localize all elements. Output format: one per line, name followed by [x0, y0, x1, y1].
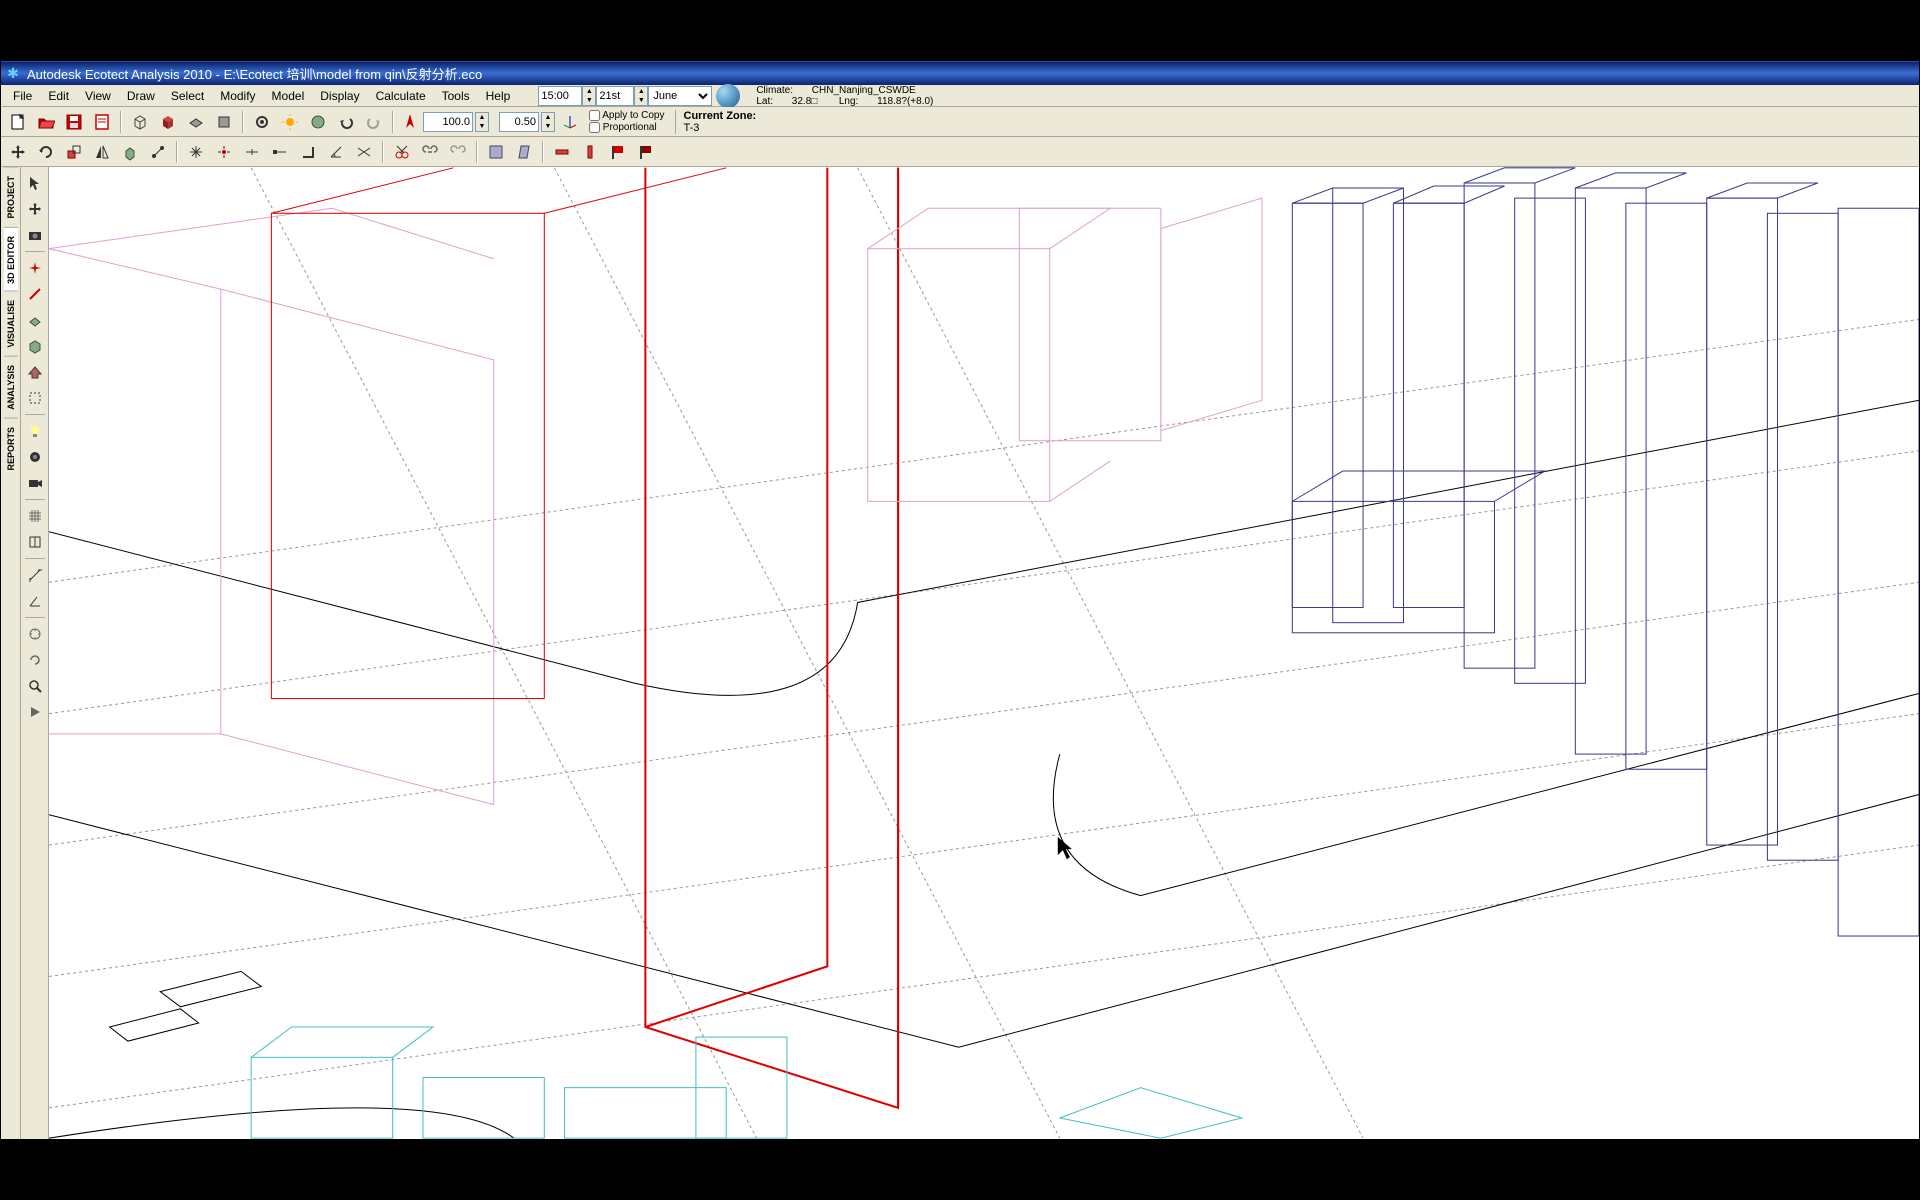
time-input[interactable] [538, 86, 582, 106]
orbit-nav-tool[interactable] [23, 622, 47, 646]
new-file-button[interactable] [5, 109, 31, 135]
north-spinner[interactable]: ▲▼ [475, 112, 489, 132]
menu-model[interactable]: Model [264, 87, 313, 105]
month-select[interactable]: June [648, 86, 712, 106]
toolbar-main: ▲▼ ▲▼ Apply to Copy Proportional Current… [1, 107, 1919, 137]
material-button[interactable] [305, 109, 331, 135]
plane-yz-button[interactable] [511, 139, 537, 165]
undo-button[interactable] [333, 109, 359, 135]
rotate-nav-tool[interactable] [23, 648, 47, 672]
tab-3d-editor[interactable]: 3D EDITOR [4, 227, 18, 292]
page-setup-button[interactable] [89, 109, 115, 135]
viewport-3d[interactable] [49, 167, 1919, 1139]
menu-edit[interactable]: Edit [40, 87, 77, 105]
link-tool[interactable] [417, 139, 443, 165]
unlink-tool[interactable] [445, 139, 471, 165]
play-tool[interactable] [23, 700, 47, 724]
app-window: ✱ Autodesk Ecotect Analysis 2010 - E:\Ec… [0, 60, 1920, 1140]
pointer-tool[interactable] [23, 171, 47, 195]
snap-point-tool[interactable] [211, 139, 237, 165]
menu-modify[interactable]: Modify [212, 87, 263, 105]
snap-grid-tool[interactable] [183, 139, 209, 165]
bulb-tool[interactable] [23, 419, 47, 443]
pan-tool[interactable] [23, 197, 47, 221]
save-button[interactable] [61, 109, 87, 135]
cube-plane-button[interactable] [183, 109, 209, 135]
grid-tool[interactable] [23, 504, 47, 528]
line-tool[interactable] [23, 282, 47, 306]
tab-reports[interactable]: REPORTS [4, 418, 18, 479]
plane-xy-button[interactable] [483, 139, 509, 165]
extrude-tool[interactable] [117, 139, 143, 165]
menu-view[interactable]: View [77, 87, 119, 105]
snap-star-tool[interactable] [23, 256, 47, 280]
tab-visualise[interactable]: VISUALISE [4, 291, 18, 356]
toolbar-edit [1, 137, 1919, 167]
scale-tool[interactable] [61, 139, 87, 165]
measure-tool[interactable] [23, 563, 47, 587]
snap-mid-tool[interactable] [239, 139, 265, 165]
proportional-checkbox[interactable] [589, 122, 600, 133]
tab-project[interactable]: PROJECT [4, 167, 18, 227]
current-zone: Current Zone: T-3 [675, 110, 757, 134]
north-arrow-icon[interactable] [399, 111, 421, 133]
angle-tool[interactable] [23, 589, 47, 613]
gear-button[interactable] [249, 109, 275, 135]
move-tool[interactable] [5, 139, 31, 165]
menu-display[interactable]: Display [312, 87, 367, 105]
node-tool[interactable] [145, 139, 171, 165]
gear-sun-button[interactable] [277, 109, 303, 135]
camera-tool[interactable] [23, 223, 47, 247]
camera2-tool[interactable] [23, 471, 47, 495]
zoom-tool[interactable] [23, 674, 47, 698]
cube-shaded-button[interactable] [155, 109, 181, 135]
plane-tool[interactable] [23, 308, 47, 332]
axis-icon[interactable] [557, 109, 583, 135]
menu-draw[interactable]: Draw [119, 87, 163, 105]
snap-inter-tool[interactable] [351, 139, 377, 165]
globe-icon[interactable] [716, 84, 740, 108]
menu-calculate[interactable]: Calculate [368, 87, 434, 105]
north-angle-input[interactable] [423, 112, 473, 132]
speaker-tool[interactable] [23, 445, 47, 469]
partition-tool[interactable] [23, 530, 47, 554]
zone-tool[interactable] [23, 334, 47, 358]
snap-end-tool[interactable] [267, 139, 293, 165]
left-tab-strip: PROJECT 3D EDITOR VISUALISE ANALYSIS REP… [1, 167, 21, 1139]
redo-button[interactable] [361, 109, 387, 135]
apply-to-copy-checkbox[interactable] [589, 110, 600, 121]
snap-angle-tool[interactable] [323, 139, 349, 165]
void-tool[interactable] [23, 386, 47, 410]
mirror-tool[interactable] [89, 139, 115, 165]
cube-wireframe-button[interactable] [127, 109, 153, 135]
open-file-button[interactable] [33, 109, 59, 135]
time-spinner[interactable]: ▲▼ [582, 86, 596, 106]
side-toolbar [21, 167, 49, 1139]
titlebar: ✱ Autodesk Ecotect Analysis 2010 - E:\Ec… [1, 61, 1919, 85]
rotate-tool[interactable] [33, 139, 59, 165]
title-text: Autodesk Ecotect Analysis 2010 - E:\Ecot… [27, 64, 482, 83]
cube-elevation-button[interactable] [211, 109, 237, 135]
menubar: File Edit View Draw Select Modify Model … [1, 85, 1919, 107]
day-spinner[interactable]: ▲▼ [634, 86, 648, 106]
menu-tools[interactable]: Tools [434, 87, 478, 105]
section-h-button[interactable] [549, 139, 575, 165]
tab-analysis[interactable]: ANALYSIS [4, 356, 18, 418]
app-logo-icon: ✱ [5, 65, 21, 81]
section-v-button[interactable] [577, 139, 603, 165]
day-input[interactable] [596, 86, 634, 106]
step-spinner[interactable]: ▲▼ [541, 112, 555, 132]
step-input[interactable] [499, 112, 539, 132]
section-flag-button[interactable] [605, 139, 631, 165]
snap-perp-tool[interactable] [295, 139, 321, 165]
menu-help[interactable]: Help [478, 87, 519, 105]
climate-info: Climate: CHN_Nanjing_CSWDE Lat: 32.8□ Ln… [748, 85, 941, 107]
trim-tool[interactable] [389, 139, 415, 165]
menu-file[interactable]: File [5, 87, 40, 105]
menu-select[interactable]: Select [163, 87, 212, 105]
section-flag2-button[interactable] [633, 139, 659, 165]
cursor-icon [1058, 837, 1072, 859]
apply-options: Apply to Copy Proportional [589, 110, 665, 132]
roof-tool[interactable] [23, 360, 47, 384]
